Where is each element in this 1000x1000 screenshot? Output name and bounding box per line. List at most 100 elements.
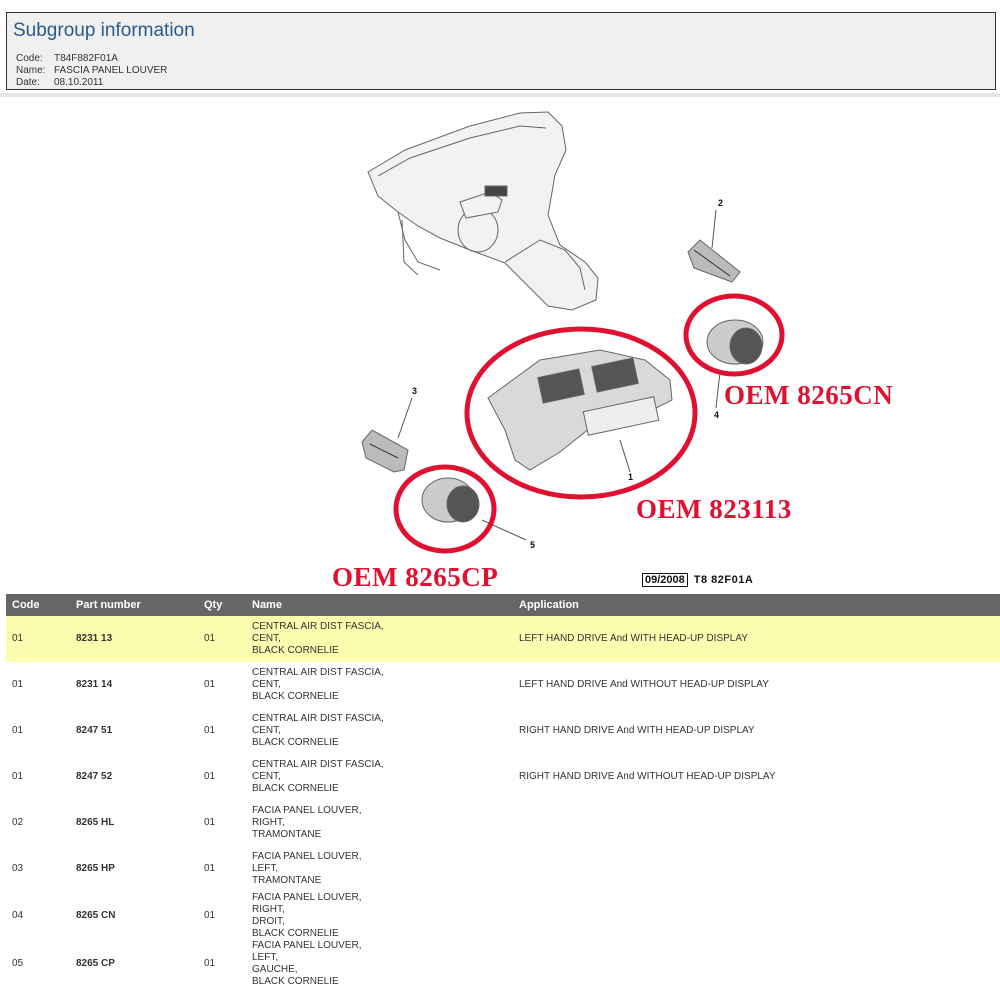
field-date: Date: 08.10.2011 <box>16 77 167 89</box>
cell-name-line: LEFT, <box>252 952 279 963</box>
cell-qty: 01 <box>204 771 216 782</box>
part-2-louver <box>687 239 741 283</box>
callout-4: 4 <box>714 410 719 420</box>
callout-5: 5 <box>530 540 535 550</box>
diagram-date-stamp: 09/2008 <box>642 573 688 587</box>
cell-part-number: 8265 CP <box>76 958 115 969</box>
cell-application <box>513 800 1000 846</box>
oem-label-cp: OEM 8265CP <box>332 562 499 592</box>
cell-application <box>513 846 1000 892</box>
oem-label-main: OEM 823113 <box>636 494 792 524</box>
table-row[interactable]: 05 8265 CP 01 FACIA PANEL LOUVER, LEFT, GAUCH… <box>6 940 1000 988</box>
cell-qty: 01 <box>204 910 216 921</box>
cell-name-line: CENT, <box>252 633 281 644</box>
cell-part-number: 8231 13 <box>70 616 198 662</box>
cell-name-line: CENT, <box>252 771 281 782</box>
table-row[interactable]: 01 8247 51 01 CENTRAL AIR DIST FASCIA, CENT,… <box>6 708 1000 754</box>
field-code: Code: T84F882F01A <box>16 53 167 65</box>
cell-name-line: BLACK CORNELIE <box>252 691 339 702</box>
table-row[interactable]: 03 8265 HP 01 FACIA PANEL LOUVER, LEFT, TRAMO… <box>6 846 1000 892</box>
parts-table-body: 01 8231 13 01 CENTRAL AIR DIST FASCIA, CENT,… <box>6 616 1000 988</box>
cell-qty: 01 <box>204 725 216 736</box>
cell-name-line: CENTRAL AIR DIST FASCIA, <box>252 759 384 770</box>
field-name-value: FASCIA PANEL LOUVER <box>54 65 168 76</box>
cell-name-line: CENTRAL AIR DIST FASCIA, <box>252 621 384 632</box>
table-header-row: Code Part number Qty Name Application <box>6 594 1000 616</box>
cell-name-line: RIGHT, <box>252 904 285 915</box>
diagram-reference: 09/2008 T8 82F01A <box>642 573 754 587</box>
part-4-vent-face <box>729 327 763 365</box>
cell-name-line: FACIA PANEL LOUVER, <box>252 851 362 862</box>
cell-name-line: FACIA PANEL LOUVER, <box>252 940 362 951</box>
cell-qty: 01 <box>198 616 246 662</box>
cell-qty: 01 <box>204 679 216 690</box>
cell-part-number: 8265 HP <box>76 863 115 874</box>
cell-part-number: 8247 52 <box>76 771 113 782</box>
cell-application: RIGHT HAND DRIVE And WITH HEAD-UP DISPLA… <box>519 725 755 736</box>
field-name: Name: FASCIA PANEL LOUVER <box>16 65 167 77</box>
cell-name: CENTRAL AIR DIST FASCIA, CENT, BLACK CORNE… <box>246 708 513 754</box>
dash-vent-center <box>484 185 508 197</box>
cell-code: 03 <box>12 863 24 874</box>
cell-name-line: GAUCHE, <box>252 964 298 975</box>
header-application[interactable]: Application <box>513 594 1000 616</box>
cell-part-number: 8231 14 <box>76 679 113 690</box>
callout-2: 2 <box>718 198 723 208</box>
cell-name-line: CENTRAL AIR DIST FASCIA, <box>252 667 384 678</box>
cell-name-line: LEFT, <box>252 863 279 874</box>
cell-application <box>513 940 1000 988</box>
part-5-vent-face <box>446 485 480 523</box>
header-name[interactable]: Name <box>246 594 513 616</box>
parts-diagram: 1 2 3 4 5 OEM 8265CN OEM 823113 OEM 8265… <box>0 97 1000 594</box>
cell-name-line: DROIT, <box>252 916 285 927</box>
cell-name-line: FACIA PANEL LOUVER, <box>252 892 362 903</box>
cell-code: 01 <box>12 725 24 736</box>
callout-1: 1 <box>628 472 633 482</box>
table-row[interactable]: 01 8231 14 01 CENTRAL AIR DIST FASCIA, CENT,… <box>6 662 1000 708</box>
cell-application: LEFT HAND DRIVE And WITH HEAD-UP DISPLAY <box>513 616 1000 662</box>
cell-code: 01 <box>12 679 24 690</box>
cell-name-line: BLACK CORNELIE <box>252 645 339 656</box>
parts-diagram-drawing: 1 2 3 4 5 <box>361 111 785 554</box>
cell-name: FACIA PANEL LOUVER, LEFT, TRAMONTANE <box>246 846 513 892</box>
cell-part-number: 8247 51 <box>76 725 113 736</box>
cell-qty: 01 <box>204 863 216 874</box>
header-code[interactable]: Code <box>6 594 70 616</box>
cell-name: CENTRAL AIR DIST FASCIA, CENT, BLACK CORNE… <box>246 616 513 662</box>
header-qty[interactable]: Qty <box>198 594 246 616</box>
cell-name: FACIA PANEL LOUVER, RIGHT, TRAMONTANE <box>246 800 513 846</box>
cell-name-line: BLACK CORNELIE <box>252 928 339 939</box>
cell-name-line: CENTRAL AIR DIST FASCIA, <box>252 713 384 724</box>
table-row[interactable]: 04 8265 CN 01 FACIA PANEL LOUVER, RIGHT, DROI… <box>6 892 1000 940</box>
cell-qty: 01 <box>204 958 216 969</box>
cell-qty: 01 <box>204 817 216 828</box>
diagram-ref-code: T8 82F01A <box>693 574 754 586</box>
cell-name-line: CENT, <box>252 725 281 736</box>
cell-name: CENTRAL AIR DIST FASCIA, CENT, BLACK CORNE… <box>246 754 513 800</box>
cell-name-line: BLACK CORNELIE <box>252 976 339 987</box>
cell-part-number: 8265 HL <box>76 817 115 828</box>
cell-name-line: TRAMONTANE <box>252 875 322 886</box>
subgroup-fields: Code: T84F882F01A Name: FASCIA PANEL LOU… <box>16 53 167 89</box>
header-part-number[interactable]: Part number <box>70 594 198 616</box>
field-date-value: 08.10.2011 <box>54 77 104 88</box>
table-row[interactable]: 01 8247 52 01 CENTRAL AIR DIST FASCIA, CENT,… <box>6 754 1000 800</box>
cell-name: FACIA PANEL LOUVER, RIGHT, DROIT, BLACK COR… <box>246 892 513 940</box>
field-name-key: Name: <box>16 65 46 76</box>
cell-application: LEFT HAND DRIVE And WITHOUT HEAD-UP DISP… <box>519 679 769 690</box>
cell-part-number: 8265 CN <box>76 910 116 921</box>
cell-code: 01 <box>6 616 70 662</box>
cell-code: 05 <box>12 958 24 969</box>
cell-name-line: FACIA PANEL LOUVER, <box>252 805 362 816</box>
cell-name: CENTRAL AIR DIST FASCIA, CENT, BLACK CORNE… <box>246 662 513 708</box>
cell-code: 04 <box>12 910 24 921</box>
cell-name-line: TRAMONTANE <box>252 829 322 840</box>
table-row[interactable]: 02 8265 HL 01 FACIA PANEL LOUVER, RIGHT, TRAM… <box>6 800 1000 846</box>
parts-table: Code Part number Qty Name Application 01… <box>6 594 1000 988</box>
cell-name: FACIA PANEL LOUVER, LEFT, GAUCHE, BLACK COR… <box>246 940 513 988</box>
cell-name-line: RIGHT, <box>252 817 285 828</box>
cell-name-line: BLACK CORNELIE <box>252 737 339 748</box>
table-row[interactable]: 01 8231 13 01 CENTRAL AIR DIST FASCIA, CENT,… <box>6 616 1000 662</box>
field-code-key: Code: <box>16 53 43 64</box>
field-code-value: T84F882F01A <box>54 53 118 64</box>
